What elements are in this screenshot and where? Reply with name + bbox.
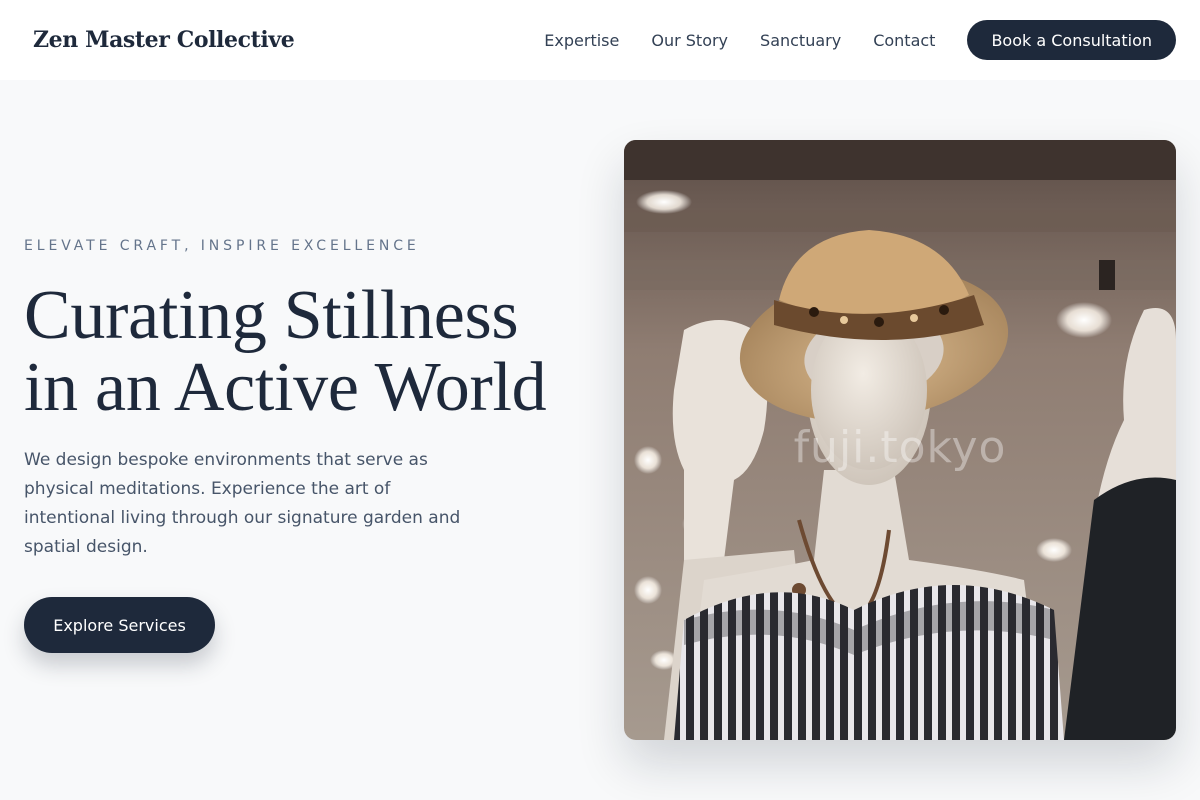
nav-link-contact[interactable]: Contact <box>873 31 935 50</box>
site-header: Zen Master Collective Expertise Our Stor… <box>0 0 1200 80</box>
hero-eyebrow: ELEVATE CRAFT, INSPIRE EXCELLENCE <box>24 238 420 254</box>
hero-image: fuji.tokyo <box>624 140 1176 740</box>
brand-logo[interactable]: Zen Master Collective <box>33 27 295 53</box>
hero-headline: Curating Stillness in an Active World <box>24 280 594 424</box>
book-consultation-button[interactable]: Book a Consultation <box>967 20 1176 60</box>
hero-description: We design bespoke environments that serv… <box>24 450 461 557</box>
main-nav: Expertise Our Story Sanctuary Contact Bo… <box>544 20 1176 60</box>
mannequin-photo <box>624 140 1176 740</box>
hero-headline-line-1: Curating Stillness <box>24 277 519 354</box>
explore-services-button[interactable]: Explore Services <box>24 597 215 653</box>
hero-section: ELEVATE CRAFT, INSPIRE EXCELLENCE Curati… <box>24 236 594 653</box>
nav-link-our-story[interactable]: Our Story <box>651 31 728 50</box>
nav-link-sanctuary[interactable]: Sanctuary <box>760 31 841 50</box>
hero-headline-line-2: in an Active World <box>24 349 547 426</box>
nav-link-expertise[interactable]: Expertise <box>544 31 619 50</box>
